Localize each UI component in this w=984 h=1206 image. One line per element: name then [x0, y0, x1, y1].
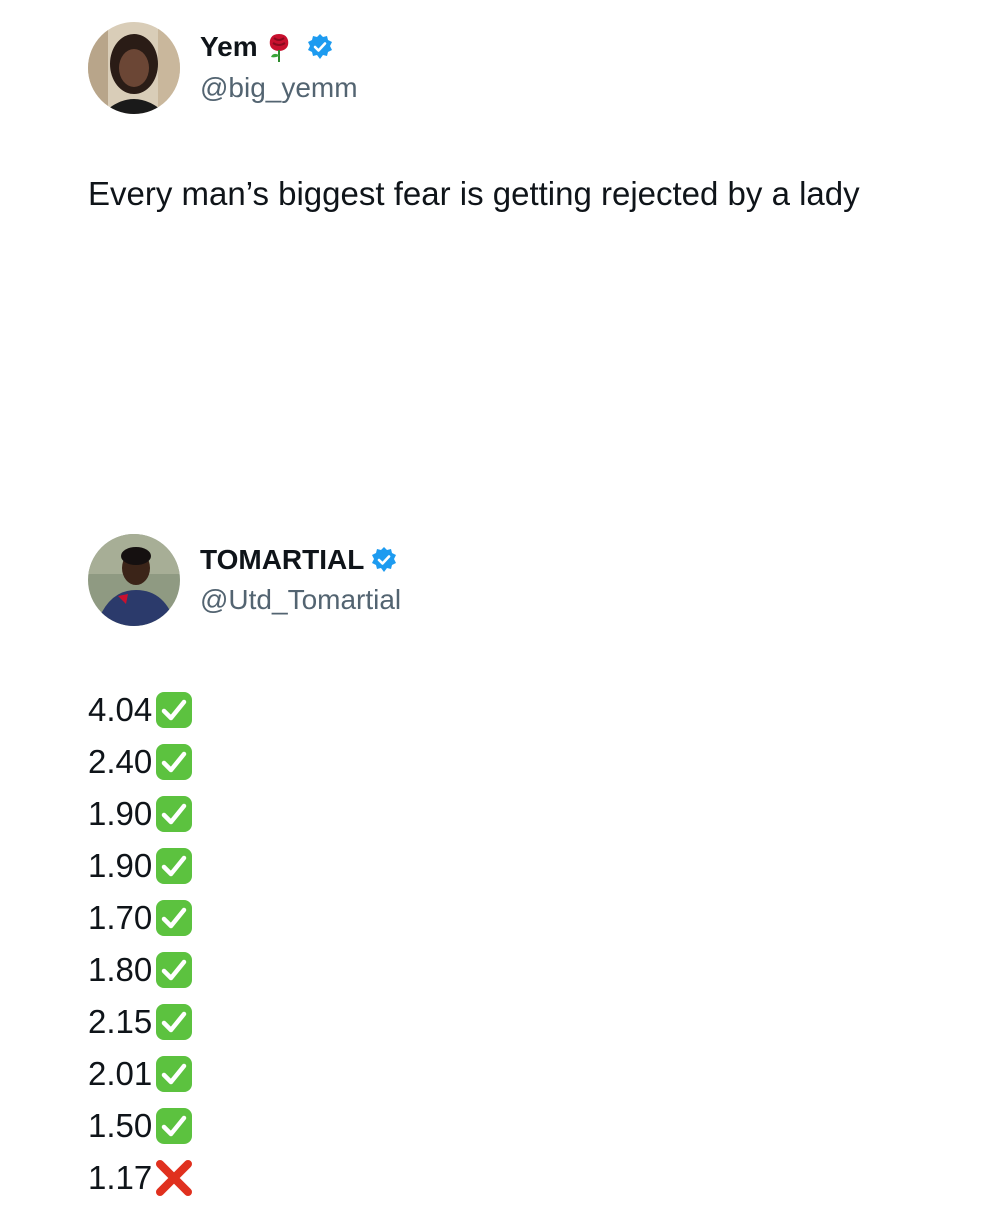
odds-item: 2.01: [88, 1048, 194, 1100]
check-mark-icon: [154, 1106, 194, 1146]
odds-value: 1.90: [88, 795, 153, 832]
check-mark-icon: [154, 794, 194, 834]
avatar[interactable]: [88, 22, 180, 114]
avatar[interactable]: [88, 534, 180, 626]
odds-value: 1.70: [88, 899, 153, 936]
author-name-row: TOMARTIAL: [200, 544, 398, 576]
verified-badge-icon: [306, 33, 334, 61]
odds-value: 4.04: [88, 691, 153, 728]
odds-item: 2.40: [88, 736, 194, 788]
odds-item: 2.15: [88, 996, 194, 1048]
check-mark-icon: [154, 690, 194, 730]
odds-list: 4.04 2.40 1.90 1.90 1.70 1.80 2.15 2.01 1.50 1.17: [88, 684, 194, 1204]
cross-mark-icon: [154, 1158, 194, 1198]
odds-value: 2.15: [88, 1003, 153, 1040]
odds-value: 2.40: [88, 743, 153, 780]
odds-value: 1.90: [88, 847, 153, 884]
check-mark-icon: [154, 1002, 194, 1042]
rose-icon: [262, 30, 296, 64]
check-mark-icon: [154, 742, 194, 782]
check-mark-icon: [154, 846, 194, 886]
verified-badge-icon: [370, 546, 398, 574]
odds-value: 1.50: [88, 1107, 153, 1144]
odds-item: 1.50: [88, 1100, 194, 1152]
author-name-row: Yem: [200, 30, 334, 64]
odds-item: 1.80: [88, 944, 194, 996]
odds-item: 1.90: [88, 840, 194, 892]
display-name[interactable]: Yem: [200, 31, 258, 63]
odds-item: 1.90: [88, 788, 194, 840]
odds-item: 4.04: [88, 684, 194, 736]
author-handle[interactable]: @big_yemm: [200, 72, 358, 104]
display-name[interactable]: TOMARTIAL: [200, 544, 364, 576]
odds-item: 1.70: [88, 892, 194, 944]
tweet-text: Every man’s biggest fear is getting reje…: [88, 175, 860, 212]
odds-value: 2.01: [88, 1055, 153, 1092]
check-mark-icon: [154, 898, 194, 938]
odds-value: 1.17: [88, 1159, 153, 1196]
odds-value: 1.80: [88, 951, 153, 988]
author-handle[interactable]: @Utd_Tomartial: [200, 584, 401, 616]
check-mark-icon: [154, 950, 194, 990]
check-mark-icon: [154, 1054, 194, 1094]
odds-item: 1.17: [88, 1152, 194, 1204]
